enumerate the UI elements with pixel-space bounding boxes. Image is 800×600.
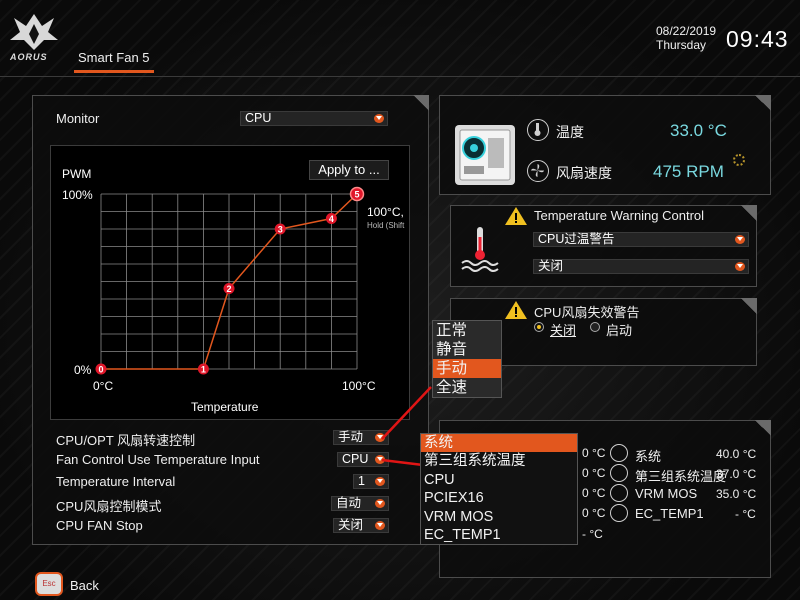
point-annotation-hint: Hold (Shift [367,221,405,230]
fan-control-value: 手动 [338,430,364,444]
heat-thermometer-icon [461,227,499,272]
dropdown-option[interactable]: CPU [421,471,577,489]
fan-mode-select[interactable]: 自动 [331,496,389,511]
sensor-left-value: 0 °C [582,466,606,480]
curve-point-label: 0 [98,365,103,375]
curve-series: 0 1 2 3 4 5 [95,186,365,375]
sensor-left-value: 0 °C [582,486,606,500]
sensor-name: 系统 [635,449,662,464]
fan-control-select[interactable]: 手动 [333,430,389,445]
x-axis-label: Temperature [191,400,259,414]
temp-interval-select[interactable]: 1 [353,474,389,489]
warning-icon [505,301,527,319]
thermometer-icon [610,484,628,502]
setting-label-fan-mode: CPU风扇控制模式 [56,499,162,514]
chevron-down-icon [375,499,385,508]
sensor-name: EC_TEMP1 [635,506,704,521]
temp-warning-title: Temperature Warning Control [534,208,705,223]
point-annotation: 100°C, [367,205,404,219]
fan-icon [527,160,549,182]
thermometer-icon [610,444,628,462]
curve-point-label: 1 [201,365,206,375]
thermometer-icon [610,464,628,482]
curve-point-label: 5 [354,190,359,200]
dropdown-option[interactable]: 正常 [433,321,501,340]
temperature-value: 33.0 °C [670,121,727,140]
chevron-down-icon [735,235,745,244]
back-button[interactable]: Back [70,578,99,593]
y-tick-0: 0% [74,363,92,377]
dropdown-option-selected[interactable]: 系统 [421,434,577,452]
chevron-down-icon [375,521,385,530]
chart-grid [100,193,358,370]
fan-stop-select[interactable]: 关闭 [333,518,389,533]
dropdown-option[interactable]: EC_TEMP1 [421,526,577,544]
fan-speed-label: 风扇速度 [556,165,612,181]
thermometer-icon [610,504,628,522]
chevron-down-icon [375,455,385,464]
setting-label-fan-stop: CPU FAN Stop [56,518,143,533]
radio-off-selected[interactable] [534,322,544,332]
setting-label-fan-control: CPU/OPT 风扇转速控制 [56,433,196,448]
dropdown-option-selected[interactable]: 手动 [433,359,501,378]
dropdown-option[interactable]: 全速 [433,378,501,397]
thermometer-icon [527,119,549,141]
sensor-left-value: - °C [582,527,603,541]
sensor-name: VRM MOS [635,486,698,501]
dropdown-option[interactable]: PCIEX16 [421,489,577,507]
sensor-value: 40.0 °C [716,447,757,461]
sensor-value: 37.0 °C [716,467,757,481]
setting-label-temp-input: Fan Control Use Temperature Input [56,452,260,467]
temp-input-value: CPU [342,452,369,466]
esc-key[interactable]: Esc [37,574,61,594]
setting-label-temp-interval: Temperature Interval [56,474,176,489]
x-tick-100: 100°C [342,379,376,393]
fan-speed-value: 475 RPM [653,162,724,181]
sensor-left-value: 0 °C [582,506,606,520]
sensor-left-value: 0 °C [582,446,606,460]
sensor-name: 第三组系统温度 [635,469,727,484]
temp-warning-level-select[interactable]: 关闭 [533,259,749,274]
y-tick-100: 100% [62,188,93,202]
dropdown-option[interactable]: 第三组系统温度 [421,452,577,470]
temp-warning-value: CPU过温警告 [538,232,615,246]
chevron-down-icon [375,433,385,442]
fan-mode-dropdown: 正常 静音 手动 全速 [432,320,502,398]
curve-point-label: 2 [226,284,231,294]
x-tick-0: 0°C [93,379,113,393]
sensor-value: 35.0 °C [716,487,757,501]
fan-stop-value: 关闭 [338,518,364,532]
dropdown-option[interactable]: VRM MOS [421,508,577,526]
y-axis-label: PWM [62,167,91,181]
warning-icon [505,207,527,225]
curve-point-label: 3 [278,225,283,235]
gear-icon[interactable] [733,154,745,166]
radio-on[interactable] [590,322,600,332]
fan-mode-value: 自动 [336,496,362,510]
chevron-down-icon [735,262,745,271]
temperature-label: 温度 [556,124,584,140]
temp-input-dropdown: 系统 第三组系统温度 CPU PCIEX16 VRM MOS EC_TEMP1 [420,433,578,545]
pc-case-icon [455,125,515,185]
temp-interval-value: 1 [358,474,365,488]
temp-input-select[interactable]: CPU [337,452,389,467]
curve-point-label: 4 [329,214,334,224]
chevron-down-icon [375,477,385,486]
radio-label-off[interactable]: 关闭 [550,320,576,339]
dropdown-option[interactable]: 静音 [433,340,501,359]
fan-fail-title: CPU风扇失效警告 [534,305,640,320]
sensor-value: - °C [735,507,756,521]
temp-warning-level-value: 关闭 [538,259,564,273]
temp-warning-select[interactable]: CPU过温警告 [533,232,749,247]
radio-label-on[interactable]: 启动 [606,320,632,339]
